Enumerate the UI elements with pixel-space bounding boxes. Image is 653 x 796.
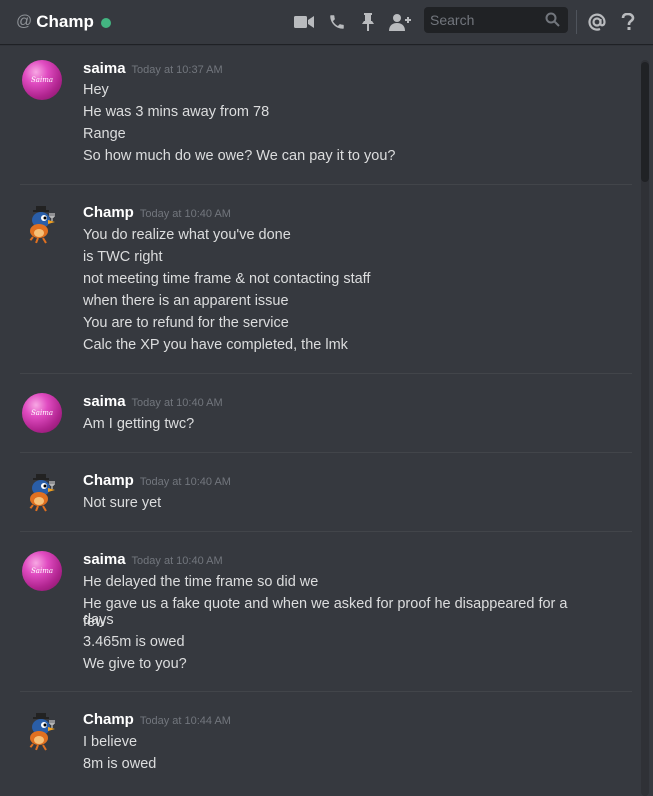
avatar[interactable] [22, 711, 62, 751]
message-author[interactable]: Champ Today at 10:40 AM [83, 204, 231, 223]
message-line: I believe [83, 734, 138, 750]
message-timestamp: Today at 10:40 AM [139, 208, 231, 220]
scrollbar-thumb[interactable] [641, 62, 649, 182]
message-line: Range [83, 126, 126, 142]
message-author[interactable]: saima Today at 10:40 AM [83, 393, 223, 412]
message-line: Calc the XP you have completed, the lmk [83, 337, 348, 353]
at-symbol: @ [16, 13, 33, 30]
message-line: 3.465m is owed [83, 634, 185, 650]
message-line: 8m is owed [83, 756, 157, 772]
message-author[interactable]: Champ Today at 10:40 AM [83, 472, 231, 491]
message-list: Saima saima Today at 10:37 AM Hey He was … [0, 44, 640, 796]
message-line: He delayed the time frame so did we [83, 574, 319, 590]
avatar[interactable]: Saima [22, 551, 62, 591]
video-call-icon[interactable] [293, 11, 315, 33]
avatar[interactable] [22, 204, 62, 244]
message-line: when there is an apparent issue [83, 293, 289, 309]
add-friend-icon[interactable] [389, 11, 411, 33]
message-line: Hey [83, 82, 109, 98]
message-line: is TWC right [83, 249, 163, 265]
bird-avatar-icon [28, 474, 55, 512]
pin-icon[interactable] [357, 11, 379, 33]
message-line: You are to refund for the service [83, 315, 289, 331]
message-line: We give to you? [83, 656, 187, 672]
message-divider [20, 184, 632, 185]
message-author[interactable]: saima Today at 10:37 AM [83, 60, 223, 79]
search-icon[interactable] [545, 12, 560, 32]
message-timestamp: Today at 10:40 AM [139, 476, 231, 488]
avatar-text: Saima [30, 567, 54, 575]
online-status-dot [100, 18, 111, 28]
avatar-text: Saima [30, 76, 54, 84]
message-divider [20, 691, 632, 692]
help-icon[interactable] [617, 11, 639, 33]
message-author[interactable]: saima Today at 10:40 AM [83, 551, 223, 570]
header-divider [576, 10, 577, 34]
message-divider [20, 531, 632, 532]
channel-title: Champ [36, 12, 94, 31]
message-timestamp: Today at 10:40 AM [131, 397, 223, 409]
message-line: days [83, 612, 114, 628]
search-box[interactable] [424, 7, 568, 33]
mention-icon[interactable] [586, 11, 608, 33]
message-author[interactable]: Champ Today at 10:44 AM [83, 711, 231, 730]
bird-avatar-icon [28, 713, 55, 751]
bird-avatar-icon [28, 206, 55, 244]
message-line: You do realize what you've done [83, 227, 291, 243]
channel-header: @ Champ [0, 0, 653, 44]
message-divider [20, 373, 632, 374]
phone-call-icon[interactable] [326, 11, 348, 33]
search-input[interactable] [430, 12, 538, 28]
message-timestamp: Today at 10:40 AM [131, 555, 223, 567]
message-line: not meeting time frame & not contacting … [83, 271, 371, 287]
avatar-text: Saima [30, 409, 54, 417]
message-line: So how much do we owe? We can pay it to … [83, 148, 396, 164]
avatar[interactable]: Saima [22, 393, 62, 433]
message-line: He was 3 mins away from 78 [83, 104, 270, 120]
message-timestamp: Today at 10:37 AM [131, 64, 223, 76]
message-divider [20, 452, 632, 453]
avatar[interactable]: Saima [22, 60, 62, 100]
avatar[interactable] [22, 472, 62, 512]
message-line: Am I getting twc? [83, 416, 195, 432]
message-timestamp: Today at 10:44 AM [139, 715, 231, 727]
message-line: Not sure yet [83, 495, 162, 511]
